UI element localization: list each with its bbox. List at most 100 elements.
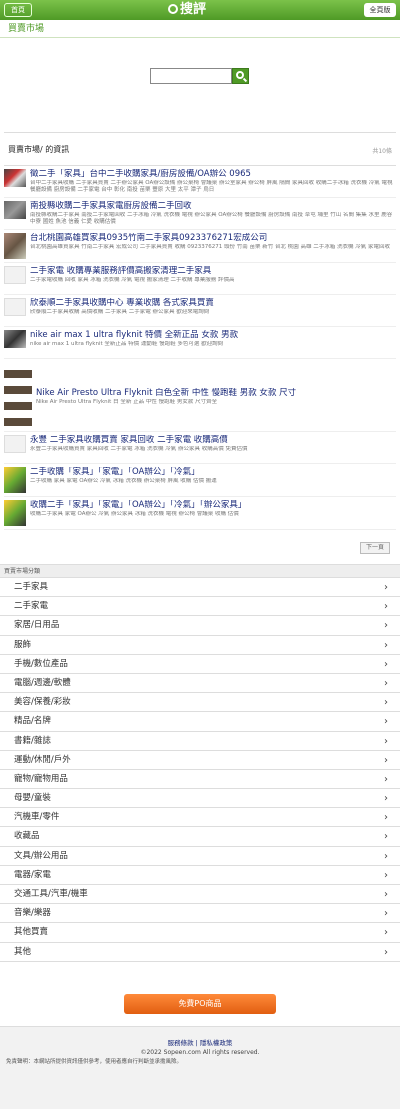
results-header: 買賣市場/ 的資訊 共10條 [4,132,396,166]
list-item[interactable]: 二手收購「家具」「家電」「OA辦公」「冷氣」 二手收購 家具 家電 OA辦公 冷氣… [4,464,396,497]
search-area [0,38,400,94]
item-desc: 台北桃園高雄買家具 竹南二手家具 宏成公司 二手家具買賣 收購 09233762… [30,244,390,250]
list-item[interactable]: 南投縣收購二手家具家電廚房設備二手回收 南投縣收購二手家具 南投二手家電回收 二手… [4,198,396,230]
list-item[interactable]: 永豐 二手家具收購買賣 家具回收 二手家電 收購高價 永豐二手家具收購買賣 家具回… [4,432,396,464]
item-desc: 欣泰順二手家具收購 高價收購 二手家具 二手家電 辦公家具 歡迎來電詢問 [30,309,210,315]
chevron-right-icon: › [384,850,388,862]
chevron-right-icon: › [384,639,388,651]
logo-text: 搜評 [180,2,207,17]
full-version-button[interactable]: 全頁版 [364,3,396,17]
chevron-right-icon: › [384,601,388,613]
item-thumbnail[interactable] [4,266,26,284]
category-item[interactable]: 二手家電 › [0,597,400,617]
chevron-right-icon: › [384,677,388,689]
item-thumbnail[interactable] [4,330,26,348]
search-input[interactable] [150,68,232,84]
item-title[interactable]: Nike Air Presto Ultra Flyknit 白色全新 中性 慢跑… [36,388,396,399]
category-item[interactable]: 美容/保養/彩妝 › [0,693,400,713]
item-title[interactable]: 欣泰順二手家具收購中心 專業收購 各式家具買賣 [30,298,396,309]
item-title[interactable]: 徵二手「家具」台中二手收購家具/廚房設備/OA辦公 0965 [30,169,396,180]
chevron-right-icon: › [384,831,388,843]
results-count: 共10條 [372,148,392,155]
chevron-right-icon: › [384,773,388,785]
category-item[interactable]: 服飾 › [0,636,400,655]
list-item[interactable]: Nike Air Presto Ultra Flyknit 白色全新 中性 慢跑… [4,359,396,432]
item-title[interactable]: nike air max 1 ultra flyknit 特價 全新正品 女款 … [30,330,396,341]
chevron-right-icon: › [384,927,388,939]
category-item[interactable]: 其他買賣 › [0,923,400,943]
list-item[interactable]: 收購二手「家具」「家電」「OA辦公」「冷氣」「辦公家具」 收購二手家具 家電 OA… [4,497,396,530]
chevron-right-icon: › [384,582,388,593]
category-label: 電腦/週邊/軟體 [14,677,71,688]
copyright: ©2022 Sopeen.com All rights reserved. [140,1049,260,1056]
category-label: 二手家電 [14,601,49,612]
category-label: 文具/辦公用品 [14,850,68,861]
disclaimer: 免責聲明：本網站所提供資訊僅供參考，使用者應自行判斷並承擔風險。 [6,1059,183,1065]
category-item[interactable]: 電器/家電 › [0,866,400,885]
results-list: 徵二手「家具」台中二手收購家具/廚房設備/OA辦公 0965 台中二手家具收購 二… [0,166,400,530]
item-thumbnail[interactable] [4,467,26,493]
category-item[interactable]: 運動/休閒/戶外 › [0,751,400,770]
list-item[interactable]: nike air max 1 ultra flyknit 特價 全新正品 女款 … [4,327,396,359]
item-thumbnail[interactable] [4,169,26,187]
item-thumbnail[interactable] [4,435,26,453]
item-desc: 收購二手家具 家電 OA辦公 冷氣 辦公家具 冰箱 洗衣機 電視 辦公椅 會議桌… [30,511,239,517]
item-thumbnail[interactable] [4,298,26,316]
category-item[interactable]: 書籍/雜誌 › [0,732,400,751]
item-desc: nike air max 1 ultra flyknit 全新正品 特價 運動鞋… [30,341,224,347]
category-item[interactable]: 電腦/週邊/軟體 › [0,674,400,694]
category-label: 運動/休閒/戶外 [14,754,71,765]
category-item[interactable]: 手機/數位產品 › [0,655,400,674]
post-item-button[interactable]: 免費PO商品 [124,994,276,1014]
item-title[interactable]: 收購二手「家具」「家電」「OA辦公」「冷氣」「辦公家具」 [30,500,396,511]
item-title[interactable]: 台北桃園高雄買家具0935竹南二手家具0923376271宏成公司 [30,233,396,244]
category-label: 母嬰/童裝 [14,793,51,804]
category-item[interactable]: 其他 › [0,943,400,962]
category-label: 交通工具/汽車/機車 [14,889,88,899]
category-label: 服飾 [14,639,32,650]
chevron-right-icon: › [384,946,388,958]
logo-icon [168,4,178,14]
footer-links[interactable]: 服務條款 | 隱私權政策 [0,1037,400,1047]
item-title[interactable]: 南投縣收購二手家具家電廚房設備二手回收 [30,201,396,212]
category-item[interactable]: 音樂/樂器 › [0,904,400,924]
category-label: 書籍/雜誌 [14,735,51,746]
item-title[interactable]: 永豐 二手家具收購買賣 家具回收 二手家電 收購高價 [30,435,396,446]
item-thumbnail[interactable] [4,233,26,259]
item-desc: 二手家電收購 回收 家具 冰箱 洗衣機 冷氣 電視 搬家清理 二手收購 專業服務… [30,277,235,283]
item-desc: 永豐二手家具收購買賣 家具回收 二手家電 冰箱 洗衣機 冷氣 辦公家具 收購高價… [30,446,248,452]
category-list: 二手家具 › 二手家電 › 家居/日用品 › 服飾 › 手機/數位產品 › 電腦/週邊/軟體 › 美容/… [0,578,400,962]
list-item[interactable]: 二手家電 收購專業服務評價高搬家清理二手家具 二手家電收購 回收 家具 冰箱 洗衣… [4,263,396,295]
category-item[interactable]: 文具/辦公用品 › [0,847,400,866]
next-page-button[interactable]: 下一頁 [360,542,390,554]
category-item[interactable]: 家居/日用品 › [0,616,400,636]
category-label: 二手家具 [14,582,49,592]
home-button[interactable]: 首頁 [4,3,32,17]
list-item[interactable]: 欣泰順二手家具收購中心 專業收購 各式家具買賣 欣泰順二手家具收購 高價收購 二手… [4,295,396,327]
categories-title: 買賣市場分類 [0,564,400,578]
item-thumbnail[interactable] [4,201,26,219]
item-thumbnail[interactable] [4,500,26,526]
list-item[interactable]: 台北桃園高雄買家具0935竹南二手家具0923376271宏成公司 台北桃園高雄買… [4,230,396,263]
category-item[interactable]: 收藏品 › [0,827,400,847]
category-label: 手機/數位產品 [14,658,68,669]
category-item[interactable]: 精品/名牌 › [0,712,400,732]
category-label: 電器/家電 [14,869,51,880]
site-logo[interactable]: 搜評 [168,1,206,19]
item-title[interactable]: 二手收購「家具」「家電」「OA辦公」「冷氣」 [30,467,396,478]
category-item[interactable]: 母嬰/童裝 › [0,789,400,809]
item-thumbnail[interactable] [4,362,32,428]
list-item[interactable]: 徵二手「家具」台中二手收購家具/廚房設備/OA辦公 0965 台中二手家具收購 二… [4,166,396,198]
search-button[interactable] [232,68,249,84]
category-item[interactable]: 寵物/寵物用品 › [0,770,400,790]
chevron-right-icon: › [384,620,388,632]
category-item[interactable]: 汽機車/零件 › [0,808,400,828]
chevron-right-icon: › [384,658,388,670]
page-title: 買賣市場 [0,20,400,38]
category-item[interactable]: 二手家具 › [0,578,400,598]
item-title[interactable]: 二手家電 收購專業服務評價高搬家清理二手家具 [30,266,396,277]
category-item[interactable]: 交通工具/汽車/機車 › [0,885,400,905]
category-label: 音樂/樂器 [14,908,51,919]
category-label: 家居/日用品 [14,620,60,631]
chevron-right-icon: › [384,716,388,728]
